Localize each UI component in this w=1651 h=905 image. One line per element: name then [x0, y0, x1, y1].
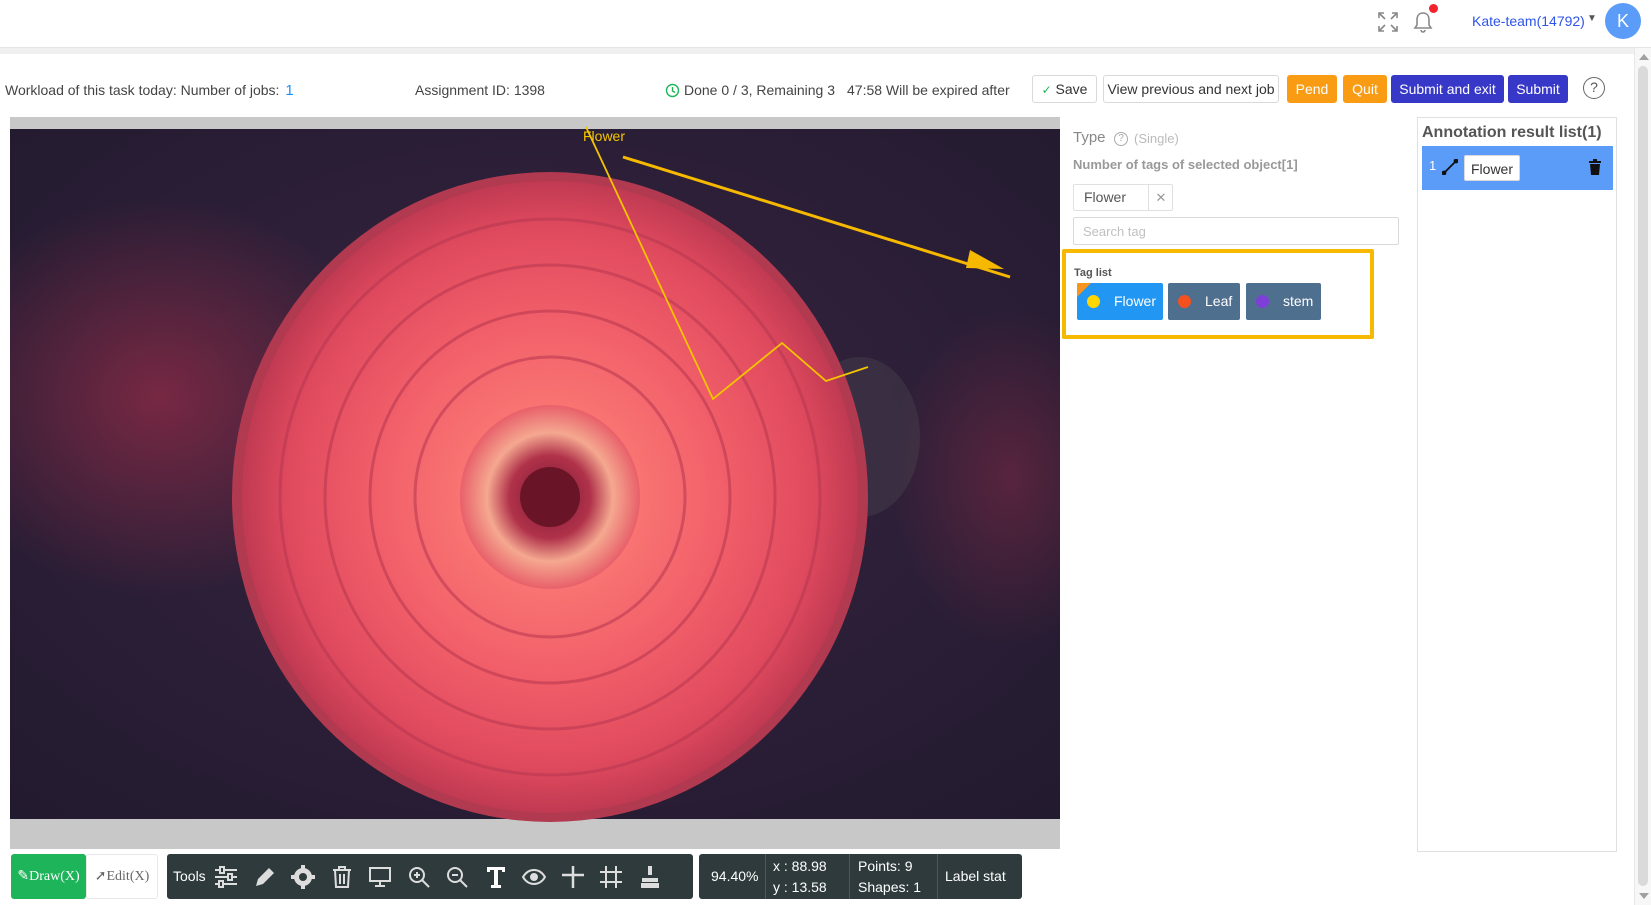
chevron-down-icon[interactable]: ▼: [1587, 13, 1597, 24]
brush-icon[interactable]: [637, 864, 663, 890]
cursor-y: y : 13.58: [773, 879, 827, 895]
zoom-in-icon[interactable]: [406, 864, 432, 890]
cursor-x: x : 88.98: [773, 858, 827, 874]
points-count: Points: 9: [858, 858, 913, 874]
tag-label: Leaf: [1205, 293, 1233, 309]
tools-label: Tools: [173, 868, 206, 884]
tag-leaf[interactable]: Leaf: [1168, 283, 1240, 320]
tag-stem[interactable]: stem: [1246, 283, 1321, 320]
divider: [765, 854, 766, 899]
page-scrollbar[interactable]: [1634, 48, 1651, 905]
notification-badge: [1429, 4, 1438, 13]
zoom-out-icon[interactable]: [444, 864, 470, 890]
top-header: Kate-team(14792) ▼ K: [0, 0, 1651, 48]
pencil-icon: ✎: [17, 869, 30, 884]
sliders-icon[interactable]: [213, 864, 239, 890]
tag-flower[interactable]: Flower: [1077, 283, 1163, 320]
save-button[interactable]: ✓ Save: [1032, 75, 1097, 103]
bottom-toolbar: ✎Draw(X) ➚Edit(X) Tools 94.40% x : 88.98…: [10, 850, 1060, 900]
workspace: Workload of this task today: Number of j…: [0, 54, 1634, 905]
search-tag-input[interactable]: [1073, 217, 1399, 245]
selected-tag-label: Flower: [1084, 189, 1127, 205]
tag-label: stem: [1283, 293, 1314, 309]
assignment-id: Assignment ID: 1398: [415, 82, 545, 98]
color-dot-icon: [1256, 295, 1269, 308]
annotation-result-panel: Annotation result list(1) 1 Flower: [1417, 117, 1617, 852]
crosshair-icon[interactable]: [560, 864, 586, 890]
draw-mode-button[interactable]: ✎Draw(X): [11, 854, 86, 899]
scroll-down-arrow-icon[interactable]: [1639, 893, 1649, 899]
progress-status: Done 0 / 3, Remaining 3: [665, 82, 835, 98]
clock-icon: [665, 83, 680, 98]
avatar[interactable]: K: [1605, 3, 1641, 39]
color-dot-icon: [1178, 295, 1191, 308]
workload-info: Workload of this task today: Number of j…: [5, 82, 294, 99]
bell-icon[interactable]: [1412, 10, 1434, 34]
zoom-level: 94.40%: [711, 868, 759, 884]
divider: [937, 854, 938, 899]
edit-label: Edit(X): [106, 869, 150, 884]
selected-corner-indicator: [1077, 283, 1091, 297]
type-mode: (Single): [1134, 131, 1179, 146]
workload-label: Workload of this task today: Number of j…: [5, 82, 280, 98]
close-icon[interactable]: ✕: [1148, 185, 1173, 210]
stats-bar: 94.40% x : 88.98 y : 13.58 Points: 9 Sha…: [699, 854, 1022, 899]
selected-tag-chip: Flower ✕: [1073, 184, 1173, 211]
type-panel: Type ? (Single) Number of tags of select…: [1062, 117, 1410, 852]
view-prev-next-button[interactable]: View previous and next job: [1103, 75, 1279, 103]
grid-icon[interactable]: [598, 864, 624, 890]
jobs-count: 1: [285, 82, 294, 99]
help-icon[interactable]: ?: [1583, 77, 1605, 99]
result-index: 1: [1429, 158, 1437, 173]
submit-and-exit-button[interactable]: Submit and exit: [1391, 75, 1504, 103]
tag-list-label: Tag list: [1074, 267, 1112, 279]
pend-button[interactable]: Pend: [1287, 75, 1337, 103]
callout-arrow-head-icon: [966, 250, 1004, 269]
pencil-icon[interactable]: [252, 864, 278, 890]
selected-tag-count: Number of tags of selected object[1]: [1073, 157, 1298, 172]
trash-icon[interactable]: [329, 864, 355, 890]
tag-list-box: Tag list Flower Leaf stem: [1062, 249, 1374, 339]
divider: [849, 854, 850, 899]
flower-photo[interactable]: Flower: [10, 117, 1060, 849]
save-label: Save: [1055, 81, 1088, 97]
monitor-icon[interactable]: [367, 864, 393, 890]
edit-mode-button[interactable]: ➚Edit(X): [86, 854, 158, 899]
submit-button[interactable]: Submit: [1508, 75, 1568, 103]
gear-icon[interactable]: [290, 864, 316, 890]
draw-label: Draw(X): [29, 869, 80, 884]
expand-icon[interactable]: [1377, 11, 1399, 33]
tag-label: Flower: [1114, 293, 1157, 309]
type-label: Type: [1073, 129, 1106, 146]
color-dot-icon: [1087, 295, 1100, 308]
timer-text: 47:58 Will be expired after: [847, 82, 1010, 98]
result-item[interactable]: 1 Flower: [1422, 146, 1613, 190]
result-list-title: Annotation result list(1): [1422, 124, 1602, 141]
shapes-count: Shapes: 1: [858, 879, 922, 895]
trash-icon[interactable]: [1588, 159, 1602, 175]
scrollbar-thumb[interactable]: [1638, 66, 1648, 886]
text-icon[interactable]: [483, 864, 509, 890]
label-stat-button[interactable]: Label stat: [945, 868, 1006, 884]
help-icon[interactable]: ?: [1114, 132, 1128, 146]
tools-bar: Tools: [167, 854, 693, 899]
check-circle-icon: ✓: [1041, 83, 1052, 97]
polyline-icon: [1442, 159, 1458, 175]
result-label: Flower: [1464, 155, 1521, 181]
annotation-canvas[interactable]: Flower: [10, 117, 1060, 849]
quit-button[interactable]: Quit: [1343, 75, 1387, 103]
eye-icon[interactable]: [521, 864, 547, 890]
user-menu[interactable]: Kate-team(14792): [1472, 13, 1585, 29]
progress-text: Done 0 / 3, Remaining 3: [684, 82, 835, 98]
cursor-icon: ➚: [94, 869, 107, 884]
scroll-up-arrow-icon[interactable]: [1639, 54, 1649, 60]
